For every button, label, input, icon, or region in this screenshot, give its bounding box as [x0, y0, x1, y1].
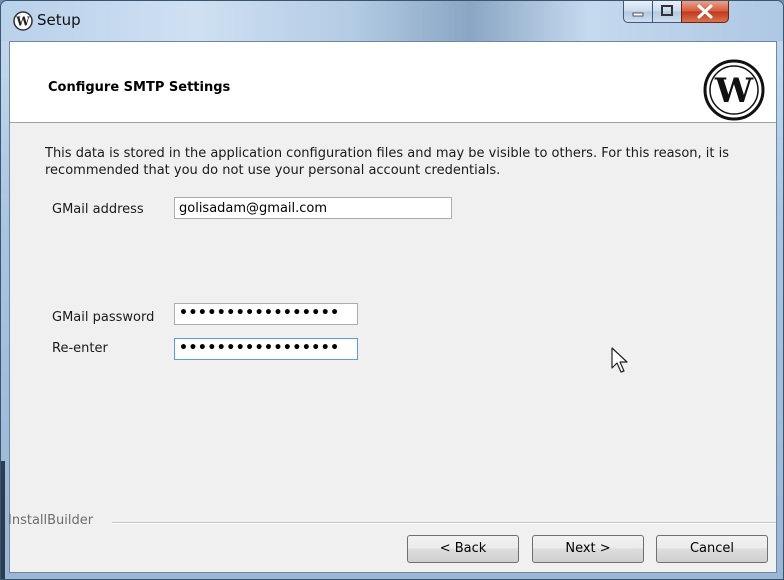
close-icon	[697, 4, 713, 19]
gmail-password-label: GMail password	[52, 310, 155, 325]
svg-text:W: W	[714, 71, 754, 111]
svg-text:W: W	[15, 15, 30, 29]
reenter-label: Re-enter	[52, 341, 108, 356]
window-title: Setup	[37, 11, 81, 29]
next-button[interactable]: Next >	[532, 535, 644, 563]
wordpress-logo-icon: W	[703, 59, 765, 121]
back-button[interactable]: < Back	[407, 535, 519, 563]
description-text: This data is stored in the application c…	[45, 146, 729, 178]
gmail-password-value: •••••••••••••••••	[179, 305, 340, 321]
dialog-footer: InstallBuilder < Back Next > Cancel	[8, 491, 776, 572]
dialog-header: Configure SMTP Settings W	[10, 42, 776, 123]
title-bar[interactable]: W Setup	[1, 1, 783, 41]
setup-window: W Setup Configure SMTP Settings W This d…	[0, 0, 784, 580]
cancel-button[interactable]: Cancel	[656, 535, 768, 563]
window-edge-shadow	[1, 461, 5, 579]
gmail-address-label: GMail address	[52, 202, 144, 217]
maximize-button[interactable]	[652, 1, 682, 23]
minimize-icon	[632, 12, 644, 17]
reenter-password-input[interactable]: •••••••••••••••••	[174, 338, 358, 360]
gmail-password-input[interactable]: •••••••••••••••••	[174, 303, 358, 325]
maximize-icon	[661, 5, 673, 16]
mouse-pointer-icon	[611, 347, 628, 373]
gmail-address-value: golisadam@gmail.com	[179, 201, 328, 216]
footer-divider	[112, 522, 776, 524]
minimize-button[interactable]	[623, 1, 653, 23]
dialog-body: This data is stored in the application c…	[10, 123, 776, 491]
wordpress-icon: W	[13, 11, 33, 31]
page-title: Configure SMTP Settings	[48, 80, 231, 95]
reenter-password-value: •••••••••••••••••	[179, 340, 340, 356]
dialog-client: Configure SMTP Settings W This data is s…	[8, 41, 777, 573]
installbuilder-brand: InstallBuilder	[8, 513, 94, 528]
gmail-address-input[interactable]: golisadam@gmail.com	[174, 197, 452, 219]
close-button[interactable]	[681, 1, 729, 23]
